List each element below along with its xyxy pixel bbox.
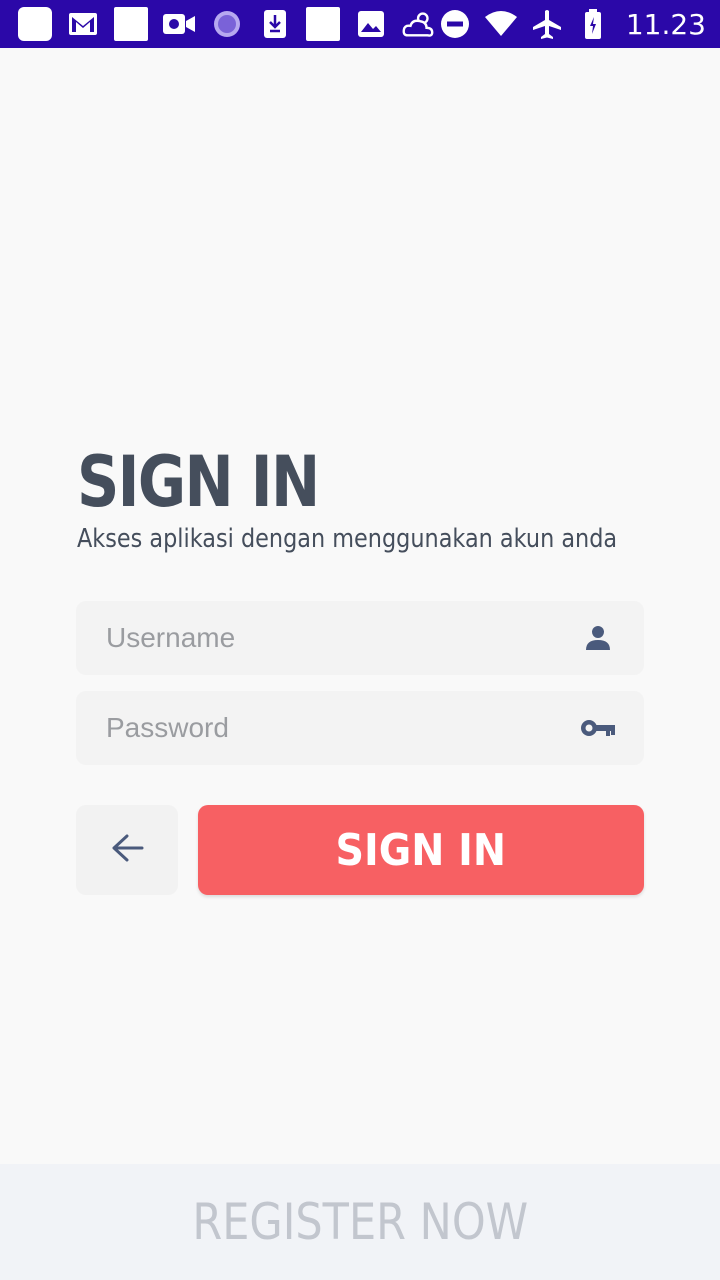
download-icon: [258, 7, 292, 41]
airplane-mode-icon: [530, 7, 564, 41]
signin-button-label: SIGN IN: [335, 824, 507, 876]
video-camera-icon: [162, 7, 196, 41]
battery-icon: [576, 7, 610, 41]
register-now-button[interactable]: REGISTER NOW: [0, 1164, 720, 1280]
loading-icon: [210, 7, 244, 41]
clock: 11.23: [625, 7, 706, 41]
username-field[interactable]: [76, 601, 644, 675]
gmail-icon: [66, 7, 100, 41]
blank-icon: [306, 7, 340, 41]
signin-button[interactable]: SIGN IN: [198, 805, 644, 895]
page-title: SIGN IN: [77, 441, 320, 523]
password-input[interactable]: [106, 712, 580, 744]
key-icon: [580, 710, 616, 746]
user-icon: [580, 620, 616, 656]
username-input[interactable]: [106, 622, 580, 654]
wifi-icon: [484, 7, 518, 41]
notification-icons: [18, 7, 436, 41]
page-subtitle: Akses aplikasi dengan menggunakan akun a…: [77, 524, 618, 554]
status-bar: 11.23: [0, 0, 720, 48]
back-button[interactable]: [76, 805, 178, 895]
app-icon: [18, 7, 52, 41]
arrow-left-icon: [110, 833, 144, 868]
blank-icon: [114, 7, 148, 41]
register-now-label: REGISTER NOW: [192, 1193, 528, 1251]
image-icon: [354, 7, 388, 41]
cloud-sun-icon: [402, 7, 436, 41]
do-not-disturb-icon: [438, 7, 472, 41]
signin-header: SIGN IN Akses aplikasi dengan menggunaka…: [77, 440, 644, 554]
password-field[interactable]: [76, 691, 644, 765]
